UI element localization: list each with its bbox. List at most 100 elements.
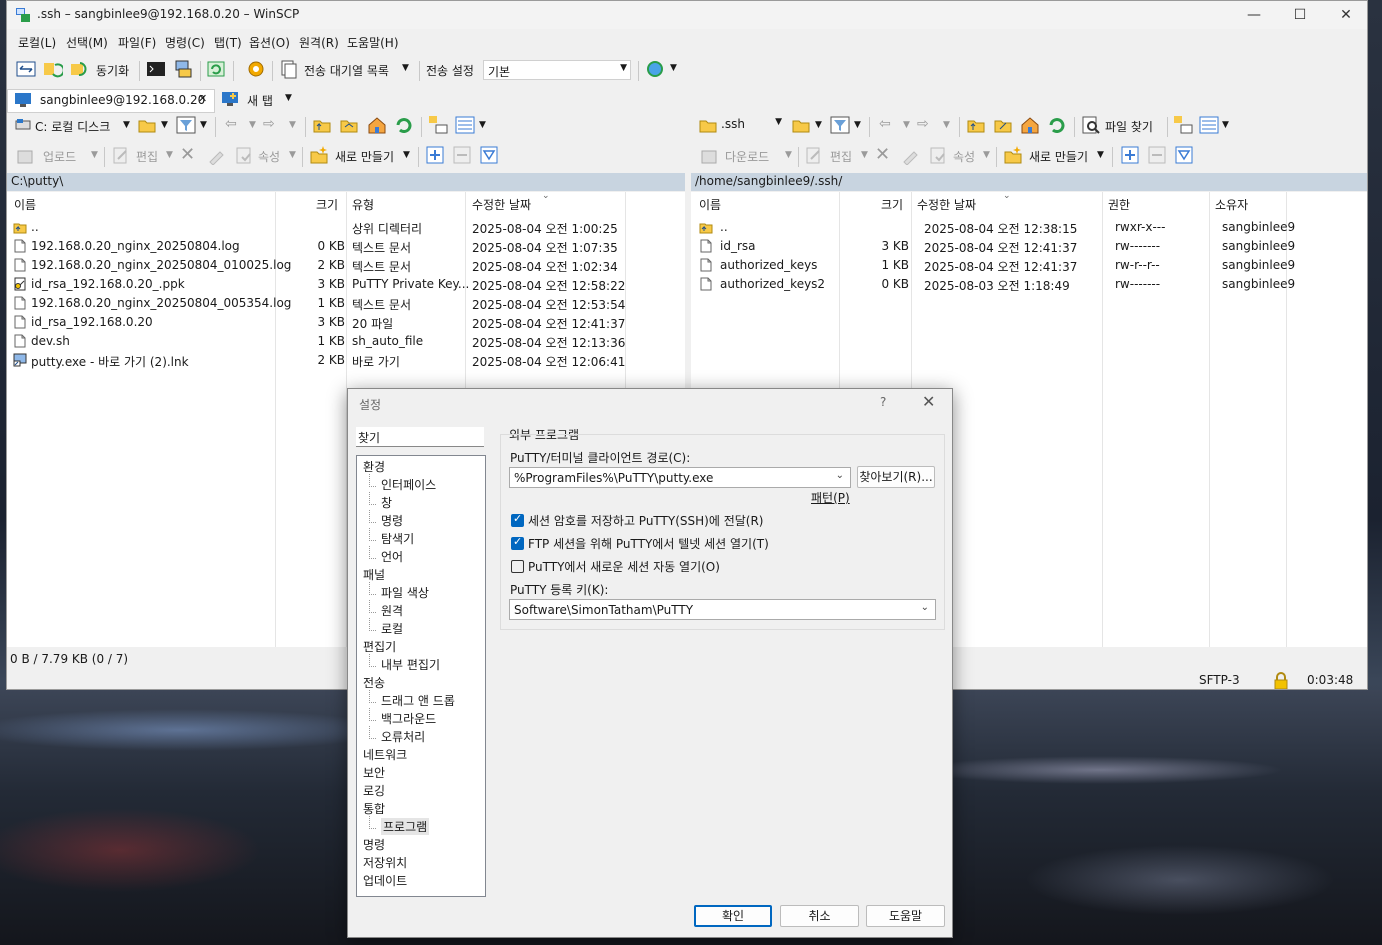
find-files-button[interactable]: 파일 찾기 xyxy=(1105,118,1153,135)
option-save-password-label[interactable]: 세션 암호를 저장하고 PuTTY(SSH)에 전달(R) xyxy=(528,512,763,529)
chevron-down-icon[interactable]: ▼ xyxy=(200,120,207,130)
menu-command[interactable]: 명령(C) xyxy=(165,34,205,51)
delete-icon[interactable]: ✕ xyxy=(875,144,890,165)
maximize-button[interactable]: ☐ xyxy=(1277,1,1323,29)
new-folder-icon[interactable] xyxy=(309,145,329,165)
remote-path-bar[interactable]: /home/sangbinlee9/.ssh/ xyxy=(691,173,1367,191)
tree-item[interactable]: 보안 xyxy=(363,764,385,781)
synchronize-browse-icon[interactable] xyxy=(43,59,63,79)
new-folder-icon[interactable] xyxy=(1003,145,1023,165)
tree-item[interactable]: 인터페이스 xyxy=(381,476,436,493)
tab-session[interactable]: sangbinlee9@192.168.0.20 ✕ xyxy=(7,89,215,113)
close-button[interactable]: ✕ xyxy=(1323,1,1367,29)
option-telnet-label[interactable]: FTP 세션을 위해 PuTTY에서 텔넷 세션 열기(T) xyxy=(528,535,769,552)
chevron-down-icon[interactable]: ▼ xyxy=(285,93,292,103)
cancel-button[interactable]: 취소 xyxy=(780,905,859,927)
registry-key-select[interactable]: Software\SimonTatham\PuTTY ⌄ xyxy=(509,599,936,620)
col-date[interactable]: 수정한 날짜 xyxy=(472,196,531,213)
home-icon[interactable] xyxy=(1020,115,1040,135)
file-row[interactable]: .. 2025-08-04 오전 12:38:15 rwxr-x--- sangbin… xyxy=(691,218,1367,237)
tree-item[interactable]: 원격 xyxy=(381,602,403,619)
tree-item[interactable]: 언어 xyxy=(381,548,403,565)
file-row[interactable]: putty.exe - 바로 가기 (2).lnk 2 KB 바로 가기 2025-0… xyxy=(7,351,685,370)
putty-path-input[interactable]: %ProgramFiles%\PuTTY\putty.exe ⌄ xyxy=(509,467,851,488)
upload-icon[interactable] xyxy=(15,145,35,165)
refresh-icon[interactable] xyxy=(1047,115,1067,135)
transfer-settings-select[interactable]: 기본 ▼ xyxy=(483,60,631,80)
tree-item[interactable]: 로컬 xyxy=(381,620,403,637)
tree-item[interactable]: 환경 xyxy=(363,458,385,475)
tree-item[interactable]: 로깅 xyxy=(363,782,385,799)
col-size[interactable]: 크기 xyxy=(881,196,903,213)
option-save-password-checkbox[interactable] xyxy=(511,512,524,527)
root-dir-icon[interactable] xyxy=(339,115,359,135)
chevron-down-icon[interactable]: ▼ xyxy=(289,150,296,160)
file-row[interactable]: 192.168.0.20_nginx_20250804_010025.log 2 … xyxy=(7,256,685,275)
chevron-down-icon[interactable]: ▼ xyxy=(983,150,990,160)
tree-item[interactable]: 패널 xyxy=(363,566,385,583)
file-row[interactable]: 192.168.0.20_nginx_20250804.log 0 KB 텍스트 문… xyxy=(7,237,685,256)
tree-view-icon[interactable] xyxy=(1173,115,1193,135)
col-date[interactable]: 수정한 날짜 xyxy=(917,196,976,213)
tree-item[interactable]: 파일 색상 xyxy=(381,584,429,601)
compare-dirs-icon[interactable] xyxy=(16,59,36,79)
view-mode-icon[interactable] xyxy=(455,115,475,135)
queue-label[interactable]: 전송 대기열 목록 xyxy=(304,62,389,79)
chevron-down-icon[interactable]: ▼ xyxy=(1097,150,1104,160)
dialog-close-icon[interactable]: ✕ xyxy=(922,392,935,411)
menu-file[interactable]: 파일(F) xyxy=(118,34,156,51)
tree-item[interactable]: 백그라운드 xyxy=(381,710,436,727)
col-size[interactable]: 크기 xyxy=(316,196,338,213)
chevron-down-icon[interactable]: ▼ xyxy=(91,150,98,160)
file-row[interactable]: 192.168.0.20_nginx_20250804_005354.log 1 … xyxy=(7,294,685,313)
col-permissions[interactable]: 권한 xyxy=(1108,196,1130,213)
remote-dir-select[interactable]: .ssh ▼ xyxy=(699,115,785,135)
chevron-down-icon[interactable]: ▼ xyxy=(249,120,256,130)
chevron-down-icon[interactable]: ▼ xyxy=(123,120,130,130)
download-button[interactable]: 다운로드 xyxy=(725,148,769,165)
tab-new[interactable]: 새 탭 ▼ xyxy=(217,89,301,111)
chevron-down-icon[interactable]: ▼ xyxy=(903,120,910,130)
open-folder-icon[interactable] xyxy=(137,115,157,135)
option-auto-open-checkbox[interactable] xyxy=(511,560,524,573)
local-path-bar[interactable]: C:\putty\ xyxy=(7,173,685,191)
menu-remote[interactable]: 원격(R) xyxy=(299,34,339,51)
settings-search-input[interactable]: 찾기 xyxy=(356,427,484,447)
menu-options[interactable]: 옵션(O) xyxy=(249,34,290,51)
filter-select-icon[interactable] xyxy=(1175,146,1193,164)
file-row[interactable]: authorized_keys2 0 KB 2025-08-03 오전 1:18:4… xyxy=(691,275,1367,294)
delete-icon[interactable]: ✕ xyxy=(180,144,195,165)
col-name[interactable]: 이름 xyxy=(699,196,721,213)
chevron-down-icon[interactable]: ▼ xyxy=(289,120,296,130)
file-row[interactable]: dev.sh 1 KB sh_auto_file 2025-08-04 오전 12:1… xyxy=(7,332,685,351)
tree-item[interactable]: 저장위치 xyxy=(363,854,407,871)
parent-dir-icon[interactable] xyxy=(312,115,332,135)
minimize-button[interactable]: — xyxy=(1231,1,1277,29)
col-type[interactable]: 유형 xyxy=(352,196,374,213)
file-row[interactable]: id_rsa_192.168.0.20_.ppk 3 KB PuTTY Privat… xyxy=(7,275,685,294)
putty-icon[interactable] xyxy=(173,59,193,79)
chevron-down-icon[interactable]: ▼ xyxy=(1222,120,1229,130)
select-plus-icon[interactable] xyxy=(426,146,444,164)
menu-help[interactable]: 도움말(H) xyxy=(347,34,399,51)
tree-item[interactable]: 내부 편집기 xyxy=(381,656,440,673)
col-owner[interactable]: 소유자 xyxy=(1215,196,1248,213)
edit-icon[interactable] xyxy=(804,145,824,165)
menu-tab[interactable]: 탭(T) xyxy=(214,34,242,51)
option-auto-open-label[interactable]: PuTTY에서 새로운 세션 자동 열기(O) xyxy=(528,558,720,575)
file-row[interactable]: authorized_keys 1 KB 2025-08-04 오전 12:41:3… xyxy=(691,256,1367,275)
chevron-down-icon[interactable]: ▼ xyxy=(815,120,822,130)
select-minus-icon[interactable] xyxy=(1148,146,1166,164)
filter-icon[interactable] xyxy=(830,115,850,135)
file-row[interactable]: id_rsa_192.168.0.20 3 KB 20 파일 2025-08-04 오… xyxy=(7,313,685,332)
filter-icon[interactable] xyxy=(176,115,196,135)
preferences-gear-icon[interactable] xyxy=(246,59,266,79)
new-button[interactable]: 새로 만들기 xyxy=(335,148,394,165)
tree-item[interactable]: 드래그 앤 드롭 xyxy=(381,692,455,709)
find-files-icon[interactable] xyxy=(1081,115,1101,135)
file-row[interactable]: id_rsa 3 KB 2025-08-04 오전 12:41:37 rw------… xyxy=(691,237,1367,256)
rename-icon[interactable] xyxy=(901,145,921,165)
properties-button[interactable]: 속성 xyxy=(258,148,280,165)
forward-arrow-icon[interactable]: ⇨ xyxy=(917,116,929,132)
chevron-down-icon[interactable]: ▼ xyxy=(403,150,410,160)
